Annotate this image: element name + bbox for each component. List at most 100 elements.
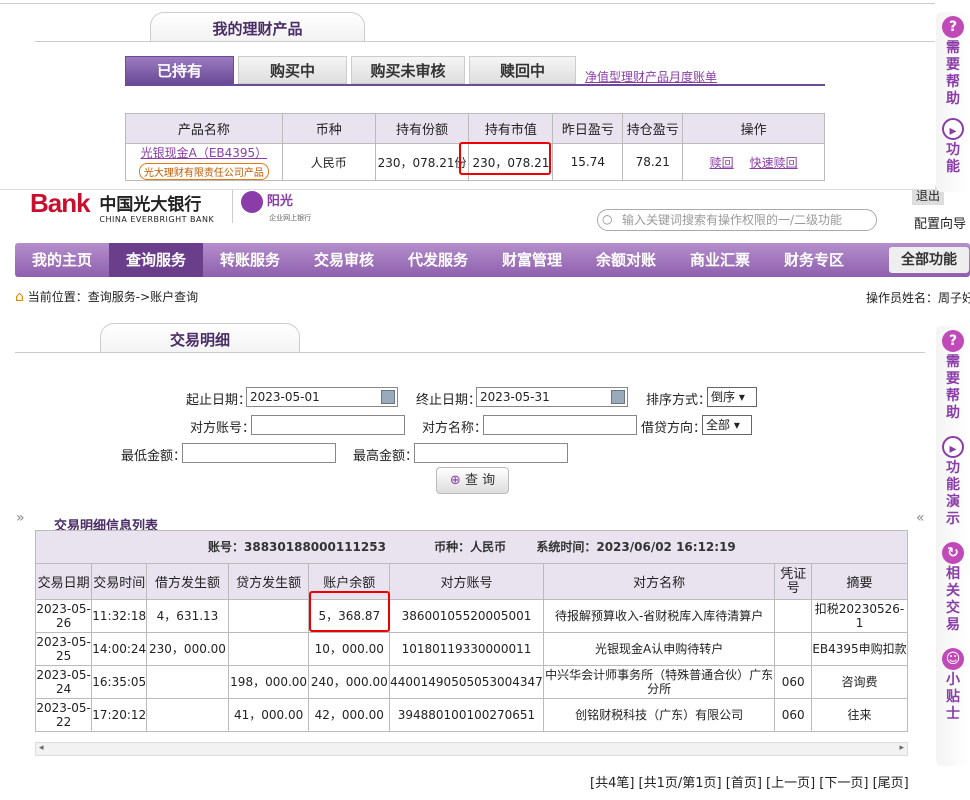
table-row: 2023-05-25 14:00:24 230，000.00 10，000.00 101…	[34, 632, 908, 666]
col-voucher: 凭证号	[774, 563, 813, 600]
table-row: 2023-05-24 16:35:05 198，000.00 240，000.00 44…	[34, 665, 908, 699]
col-credit: 贷方发生额	[227, 563, 310, 600]
all-functions-button[interactable]: 全部功能	[889, 247, 969, 273]
section-divider	[15, 352, 925, 353]
table-row: 2023-05-22 17:20:12 41，000.00 42，000.00 3948…	[34, 698, 908, 732]
nav-home[interactable]: 我的主页	[15, 243, 109, 277]
play-icon[interactable]: ▸	[942, 436, 964, 458]
col-actions: 操作	[682, 113, 825, 144]
end-date-input[interactable]: 2023-05-31	[476, 387, 628, 407]
tab-held[interactable]: 已持有	[125, 56, 234, 84]
help-icon[interactable]: ?	[942, 16, 964, 38]
system-time: 系统时间：2023/06/02 16:12:19	[536, 540, 736, 554]
col-yday-pnl: 昨日盈亏	[552, 113, 624, 144]
col-debit: 借方发生额	[146, 563, 229, 600]
col-counter-account: 对方账号	[389, 563, 544, 600]
help-icon[interactable]: ?	[942, 330, 964, 352]
sidebar-related[interactable]: 相关交易	[945, 566, 961, 634]
product-badge: 光大理财有限责任公司产品	[138, 163, 269, 180]
play-icon[interactable]: ▸	[942, 118, 964, 140]
bank-name-en: CHINA EVERBRIGHT BANK	[99, 215, 215, 224]
tab-unreviewed[interactable]: 购买未审核	[351, 56, 465, 84]
calendar-icon[interactable]	[381, 390, 395, 404]
min-amount-label: 最低金额：	[121, 449, 187, 464]
highlight-balance-box	[309, 591, 390, 632]
operator-name: 操作员姓名：周子好	[866, 291, 970, 305]
bank-name-cn: 中国光大银行	[99, 195, 202, 215]
calendar-icon[interactable]	[611, 390, 625, 404]
sidebar-demo-top[interactable]: 功能	[945, 142, 961, 176]
redeem-link[interactable]: 赎回	[710, 156, 734, 170]
search-icon: ⊕	[449, 473, 461, 488]
direction-select[interactable]: 全部 ▾	[702, 415, 752, 435]
sort-label: 排序方式：	[646, 393, 712, 408]
sort-select[interactable]: 倒序 ▾	[707, 387, 757, 407]
function-search-input[interactable]: 输入关键词搜索有操作权限的一/二级功能	[597, 209, 877, 231]
panel-divider	[35, 41, 935, 42]
nav-finance[interactable]: 财务专区	[767, 243, 861, 277]
col-shares: 持有份额	[374, 113, 470, 144]
transaction-table: 账号：38830188000111253 币种：人民币 系统时间：2023/06…	[34, 530, 908, 732]
bank-wordmark: Bank	[30, 188, 91, 218]
counter-name-label: 对方名称：	[422, 421, 488, 436]
brand-name: 阳光	[266, 194, 293, 209]
collapse-right-icon[interactable]: «	[916, 510, 925, 526]
wealth-products-panel: 我的理财产品 已持有 购买中 购买未审核 赎回中 净值型理财产品月度账单 产品名…	[0, 0, 935, 190]
panel-title: 我的理财产品	[150, 12, 365, 42]
nav-wealth[interactable]: 财富管理	[485, 243, 579, 277]
bank-logo: Bank 中国光大银行 CHINA EVERBRIGHT BANK 阳光 企业网…	[30, 188, 330, 224]
nav-query[interactable]: 查询服务	[109, 243, 203, 277]
table-row: 2023-05-26 11:32:18 4，631.13 5，368.87 386001…	[34, 599, 908, 633]
counter-name-input[interactable]	[483, 415, 637, 435]
main-nav: 我的主页 查询服务 转账服务 交易审核 代发服务 财富管理 余额对账 商业汇票 …	[15, 243, 970, 277]
sidebar-help-top[interactable]: 需要帮助	[945, 40, 961, 108]
tab-purchasing[interactable]: 购买中	[238, 56, 347, 84]
sidebar-help[interactable]: 需要帮助	[945, 354, 961, 422]
nav-payroll[interactable]: 代发服务	[391, 243, 485, 277]
tab-redeeming[interactable]: 赎回中	[469, 56, 576, 84]
col-summary: 摘要	[811, 563, 908, 600]
nav-audit[interactable]: 交易审核	[297, 243, 391, 277]
home-icon[interactable]: ⌂	[15, 289, 24, 305]
col-date: 交易日期	[34, 563, 93, 600]
right-sidebar-top: ? 需要帮助 ▸ 功能	[936, 12, 970, 192]
query-button[interactable]: ⊕ 查 询	[436, 467, 509, 494]
start-date-input[interactable]: 2023-05-01	[246, 387, 398, 407]
col-currency: 币种	[281, 113, 376, 144]
counter-account-input[interactable]	[251, 415, 405, 435]
horizontal-scrollbar[interactable]: ◂ ▸	[35, 742, 908, 756]
section-title: 交易明细	[100, 323, 300, 353]
min-amount-input[interactable]	[182, 443, 336, 463]
collapse-left-icon[interactable]: »	[16, 510, 25, 526]
direction-label: 借贷方向：	[641, 421, 707, 436]
account-info-bar: 账号：38830188000111253 币种：人民币 系统时间：2023/06…	[35, 530, 908, 564]
max-amount-label: 最高金额：	[353, 449, 419, 464]
start-date-label: 起止日期：	[186, 393, 252, 408]
brand-icon	[241, 190, 264, 213]
account-currency: 币种：人民币	[434, 540, 507, 554]
config-wizard-link[interactable]: 配置向导	[914, 213, 966, 232]
highlight-value-box	[459, 142, 551, 175]
sidebar-demo[interactable]: 功能演示	[945, 460, 961, 528]
end-date-label: 终止日期：	[416, 393, 482, 408]
pager[interactable]: [共4笔] [共1页/第1页] [首页] [上一页] [下一页] [尾页]	[590, 772, 909, 791]
nav-transfer[interactable]: 转账服务	[203, 243, 297, 277]
counter-account-label: 对方账号：	[190, 421, 256, 436]
col-time: 交易时间	[91, 563, 148, 600]
smile-icon[interactable]: ☺	[942, 648, 964, 670]
search-icon: ○	[602, 212, 613, 226]
col-market-value: 持有市值	[468, 113, 554, 144]
top-strip	[0, 0, 935, 4]
nav-reconcile[interactable]: 余额对账	[579, 243, 673, 277]
refresh-icon[interactable]: ↻	[942, 542, 964, 564]
sidebar-tips[interactable]: 小贴士	[945, 672, 961, 723]
nav-bills[interactable]: 商业汇票	[673, 243, 767, 277]
monthly-statement-link[interactable]: 净值型理财产品月度账单	[585, 68, 717, 85]
col-total-pnl: 持仓盈亏	[622, 113, 684, 144]
product-link[interactable]: 光银现金A（EB4395）	[126, 144, 282, 161]
col-product: 产品名称	[125, 113, 283, 144]
breadcrumb-path: 查询服务->账户查询	[87, 290, 199, 304]
fast-redeem-link[interactable]: 快速赎回	[750, 156, 798, 170]
account-number: 账号：38830188000111253	[208, 540, 386, 554]
max-amount-input[interactable]	[414, 443, 568, 463]
